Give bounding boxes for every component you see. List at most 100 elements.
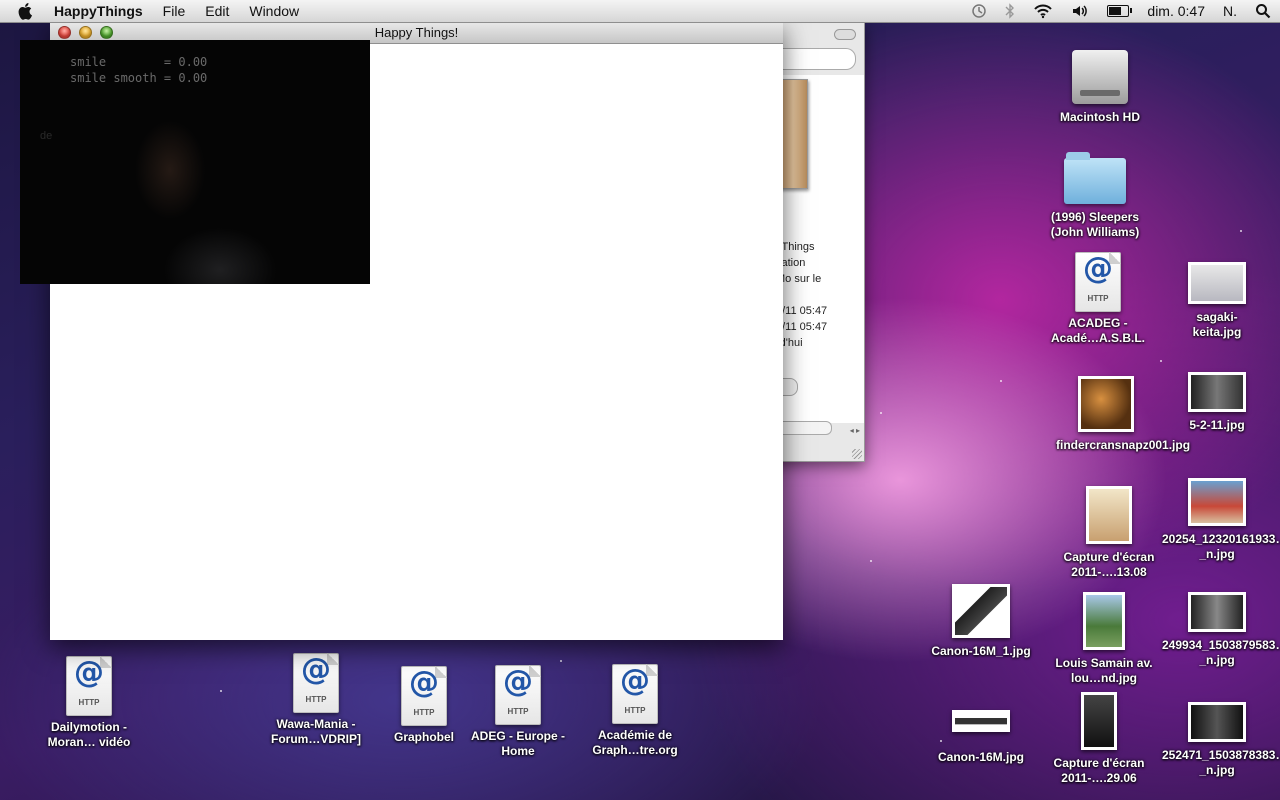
- image-thumbnail-icon: [1086, 486, 1132, 544]
- smile-smooth-value: smile smooth = 0.00: [70, 71, 208, 85]
- star: [1000, 380, 1002, 382]
- spotlight-icon[interactable]: [1246, 0, 1280, 22]
- image-thumbnail-icon: [1083, 592, 1125, 650]
- app-menu[interactable]: HappyThings: [50, 3, 153, 19]
- image-thumbnail-icon: [1188, 478, 1246, 526]
- icon-label: Canon-16M.jpg: [938, 750, 1024, 764]
- clock[interactable]: dim. 0:47: [1138, 0, 1214, 22]
- desktop-icon-5-2-11[interactable]: 5-2-11.jpg: [1172, 372, 1262, 433]
- star: [220, 690, 222, 692]
- icon-label: sagaki-keita.jpg: [1192, 310, 1242, 339]
- icon-label: Capture d'écran 2011-….29.06: [1053, 756, 1145, 785]
- image-thumbnail-icon: [1081, 692, 1117, 750]
- image-thumbnail-icon: [1078, 376, 1134, 432]
- desktop-icon-dailymotion[interactable]: @ HTTP Dailymotion - Moran… vidéo: [34, 656, 144, 750]
- camera-image: [110, 100, 280, 284]
- http-badge: HTTP: [78, 698, 100, 707]
- icon-label: Graphobel: [393, 730, 454, 744]
- battery-icon[interactable]: [1098, 0, 1138, 22]
- icon-label: Dailymotion - Moran… vidéo: [47, 720, 131, 749]
- desktop-icon-252471[interactable]: 252471_1503878383…_n.jpg: [1162, 702, 1280, 778]
- smile-value: smile = 0.00: [70, 55, 208, 69]
- icon-label: 5-2-11.jpg: [1189, 418, 1245, 432]
- desktop-icon-acadeg[interactable]: @ HTTP ACADEG - Acadé…A.S.B.L.: [1048, 252, 1148, 346]
- close-button[interactable]: [58, 26, 71, 39]
- desktop-icon-academie-graph[interactable]: @ HTTP Académie de Graph…tre.org: [580, 664, 690, 758]
- bluetooth-icon[interactable]: [996, 0, 1024, 22]
- icon-label: ACADEG - Acadé…A.S.B.L.: [1050, 316, 1146, 345]
- http-badge: HTTP: [507, 707, 529, 716]
- toolbar-toggle-button[interactable]: [834, 29, 856, 40]
- desktop-icon-sagaki-keita[interactable]: sagaki-keita.jpg: [1172, 262, 1262, 340]
- star: [880, 412, 882, 414]
- folder-icon: [1064, 152, 1126, 204]
- info-line: 2/11 05:47: [776, 321, 828, 333]
- info-line: yThings: [776, 241, 815, 253]
- desktop-icon-wawa-mania[interactable]: @ HTTP Wawa-Mania - Forum…VDRIP]: [261, 653, 371, 747]
- icon-label: Macintosh HD: [1059, 110, 1140, 124]
- webloc-icon: @ HTTP: [1075, 252, 1121, 312]
- icon-label: ADEG - Europe - Home: [470, 729, 565, 758]
- wifi-icon[interactable]: [1024, 0, 1062, 22]
- hard-drive-icon: [1072, 50, 1128, 104]
- webloc-icon: @ HTTP: [293, 653, 339, 713]
- desktop-icon-canon-16m-1[interactable]: Canon-16M_1.jpg: [926, 584, 1036, 659]
- info-line: Mo sur le: [776, 273, 822, 285]
- image-thumbnail-icon: [952, 710, 1010, 732]
- file-menu[interactable]: File: [153, 3, 196, 19]
- icon-label: Wawa-Mania - Forum…VDRIP]: [271, 717, 361, 746]
- info-line: 2/11 05:47: [776, 305, 828, 317]
- image-thumbnail-icon: [952, 584, 1010, 638]
- desktop-icon-capture-1308[interactable]: Capture d'écran 2011-….13.08: [1054, 486, 1164, 580]
- desktop-icon-findercransnapz[interactable]: findercransnapz001.jpg: [1056, 376, 1191, 453]
- minimize-button[interactable]: [79, 26, 92, 39]
- desktop-icon-sleepers-folder[interactable]: (1996) Sleepers (John Williams): [1040, 152, 1150, 240]
- http-badge: HTTP: [1087, 294, 1109, 303]
- camera-view: de smile = 0.00 smile smooth = 0.00: [20, 40, 370, 284]
- icon-label: findercransnapz001.jpg: [1056, 438, 1191, 452]
- resize-handle[interactable]: [852, 449, 862, 459]
- icon-label: Académie de Graph…tre.org: [592, 728, 678, 757]
- window-menu[interactable]: Window: [239, 3, 309, 19]
- desktop-icon-249934[interactable]: 249934_1503879583…_n.jpg: [1162, 592, 1280, 668]
- time-machine-icon[interactable]: [962, 0, 996, 22]
- scroll-arrows-icon[interactable]: ◂ ▸: [850, 426, 860, 435]
- image-thumbnail-icon: [1188, 372, 1246, 412]
- star: [1160, 360, 1162, 362]
- star: [560, 660, 562, 662]
- webloc-icon: @ HTTP: [612, 664, 658, 724]
- icon-label: 20254_12320161933…_n.jpg: [1162, 532, 1280, 561]
- desktop-icon-adeg-europe[interactable]: @ HTTP ADEG - Europe - Home: [468, 665, 568, 759]
- menu-bar: HappyThings File Edit Window dim. 0:47 N…: [0, 0, 1280, 23]
- desktop-icon-20254[interactable]: 20254_12320161933…_n.jpg: [1162, 478, 1280, 562]
- http-badge: HTTP: [413, 708, 435, 717]
- http-badge: HTTP: [305, 695, 327, 704]
- webloc-icon: @ HTTP: [401, 666, 447, 726]
- file-info: yThings cation Mo sur le e 2/11 05:47 2/…: [776, 239, 860, 351]
- hidden-label: de: [40, 130, 53, 142]
- webloc-icon: @ HTTP: [66, 656, 112, 716]
- image-thumbnail-icon: [1188, 702, 1246, 742]
- desktop-icon-macintosh-hd[interactable]: Macintosh HD: [1050, 50, 1150, 125]
- desktop-icon-louis-samain[interactable]: Louis Samain av. lou…nd.jpg: [1054, 592, 1154, 686]
- info-line: e: [776, 287, 860, 303]
- zoom-button[interactable]: [100, 26, 113, 39]
- info-line: cation: [776, 257, 806, 269]
- desktop-icon-graphobel[interactable]: @ HTTP Graphobel: [374, 666, 474, 745]
- star: [1240, 230, 1242, 232]
- desktop-icon-capture-2906[interactable]: Capture d'écran 2011-….29.06: [1044, 692, 1154, 786]
- apple-menu-icon[interactable]: [16, 1, 36, 21]
- user-menu[interactable]: N.: [1214, 0, 1246, 22]
- icon-label: (1996) Sleepers (John Williams): [1050, 210, 1140, 239]
- icon-label: Louis Samain av. lou…nd.jpg: [1055, 656, 1153, 685]
- image-thumbnail-icon: [1188, 262, 1246, 304]
- webloc-icon: @ HTTP: [495, 665, 541, 725]
- volume-icon[interactable]: [1062, 0, 1098, 22]
- http-badge: HTTP: [624, 706, 646, 715]
- icon-label: Canon-16M_1.jpg: [931, 644, 1031, 658]
- icon-label: 249934_1503879583…_n.jpg: [1162, 638, 1280, 667]
- info-line: rd'hui: [776, 337, 803, 349]
- desktop-icon-canon-16m[interactable]: Canon-16M.jpg: [926, 710, 1036, 765]
- edit-menu[interactable]: Edit: [195, 3, 239, 19]
- icon-label: 252471_1503878383…_n.jpg: [1162, 748, 1280, 777]
